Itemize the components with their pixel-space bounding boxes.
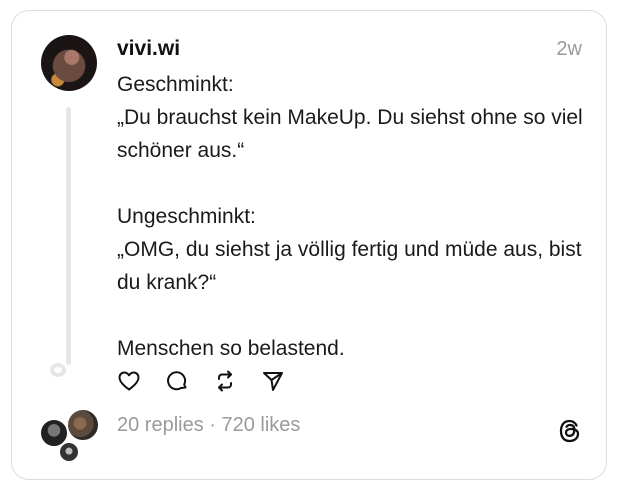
like-button[interactable] [117, 369, 141, 393]
comment-icon [167, 371, 187, 391]
post-line [117, 299, 587, 332]
post-text: Geschminkt: „Du brauchst kein MakeUp. Du… [117, 68, 587, 365]
username[interactable]: vivi.wi [117, 37, 180, 61]
post-line [117, 167, 587, 200]
post-line: Ungeschminkt: [117, 205, 256, 228]
repost-button[interactable] [213, 369, 237, 393]
replier-avatar [66, 408, 100, 442]
repost-icon [218, 370, 232, 392]
share-button[interactable] [261, 369, 285, 393]
replier-avatar [58, 441, 80, 463]
reply-button[interactable] [165, 369, 189, 393]
post-line: „Du brauchst kein MakeUp. Du siehst ohne… [117, 106, 583, 162]
action-bar [117, 367, 309, 395]
avatar[interactable] [41, 35, 97, 91]
threads-logo-icon[interactable] [557, 418, 583, 444]
post-line: „OMG, du siehst ja völlig fertig und müd… [117, 238, 582, 294]
thread-loop-icon [50, 363, 66, 377]
post-time: 2w [556, 38, 582, 60]
post-line: Menschen so belastend. [117, 337, 345, 360]
send-icon [263, 372, 283, 391]
post-line: Geschminkt: [117, 73, 234, 96]
heart-icon [118, 371, 140, 391]
thread-line [66, 107, 71, 365]
post-stats[interactable]: 20 replies · 720 likes [117, 414, 300, 437]
